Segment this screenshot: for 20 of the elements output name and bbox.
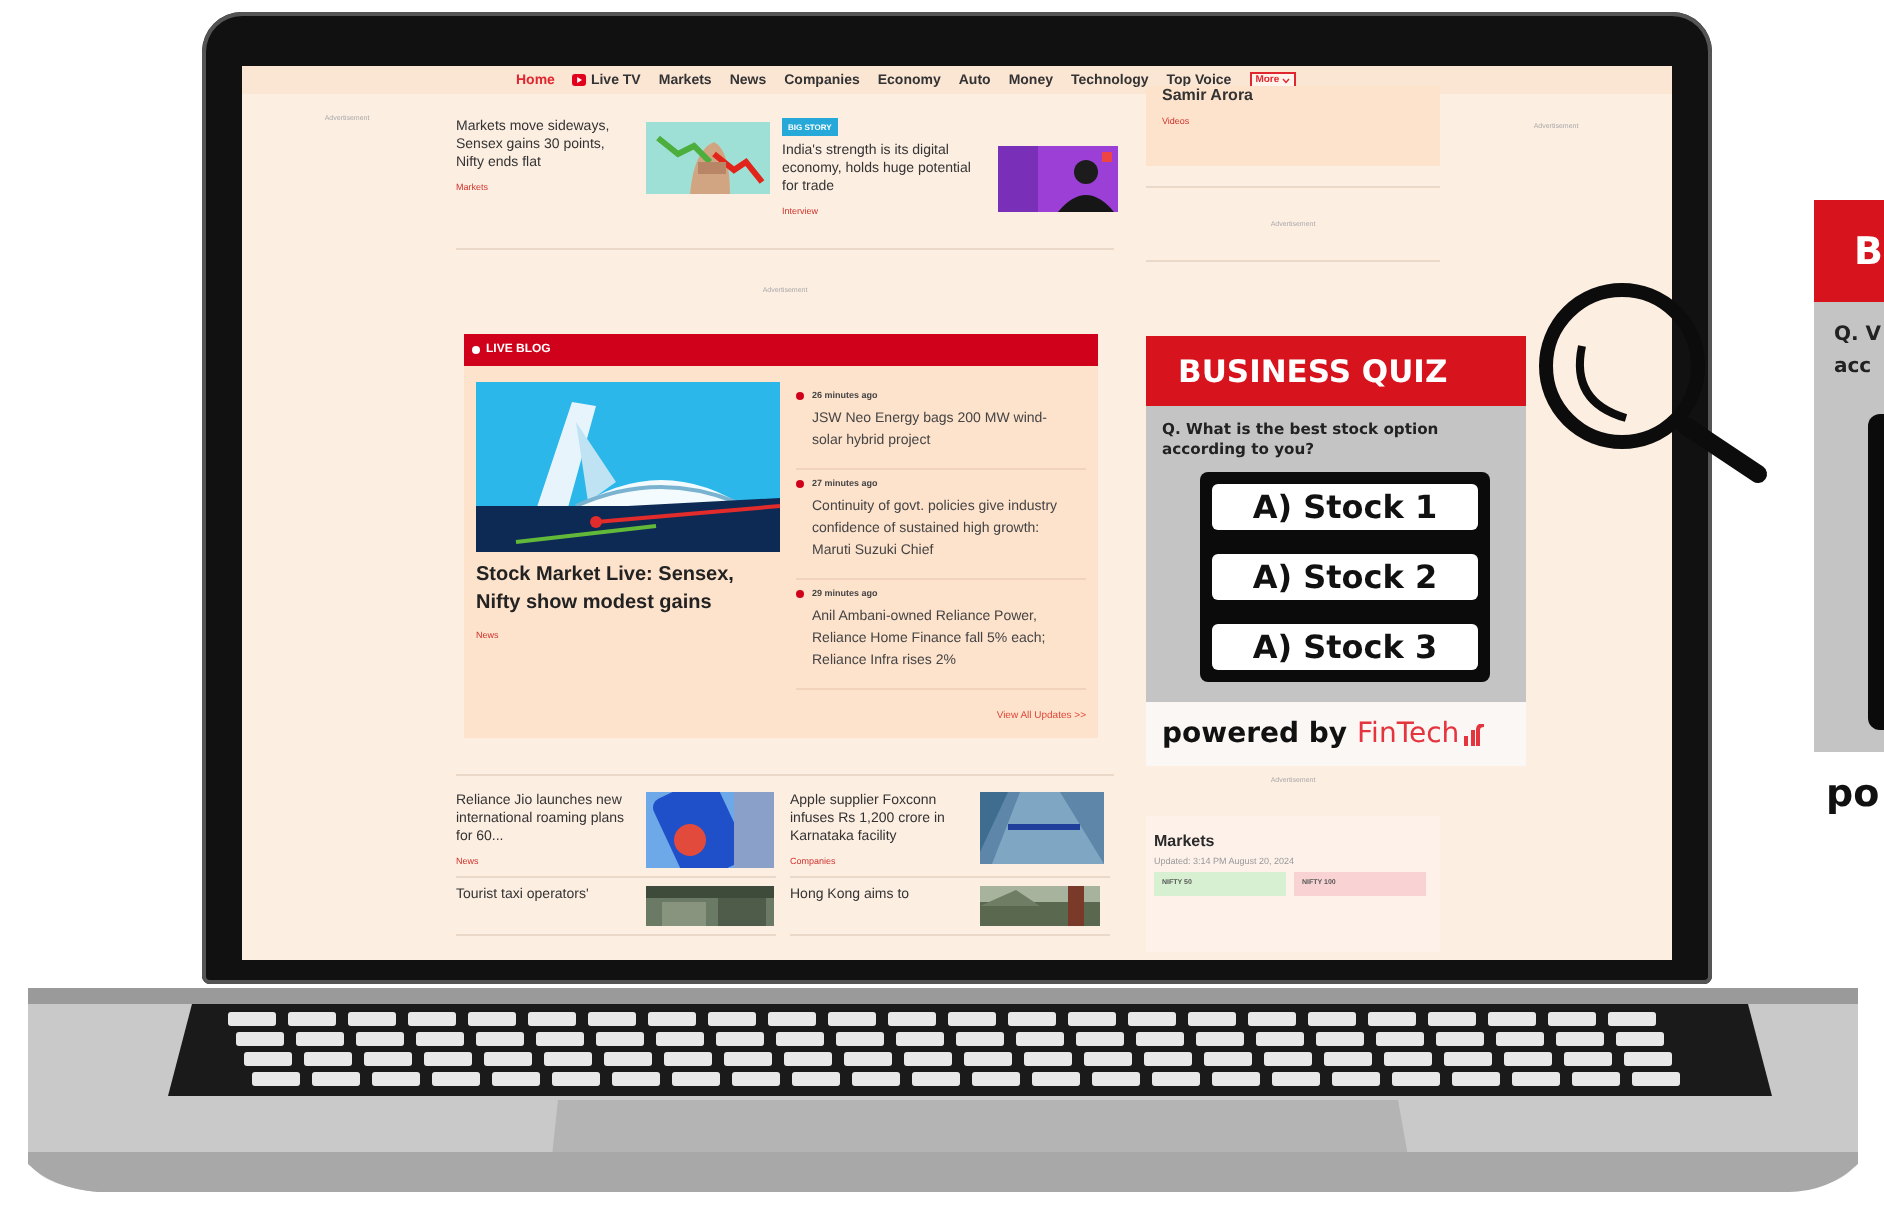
brand-logo-text: FinTech xyxy=(1357,718,1460,750)
quiz-title: B xyxy=(1854,229,1883,273)
live-dot-icon xyxy=(472,346,480,354)
play-icon xyxy=(572,74,587,86)
card-title: Markets xyxy=(1154,832,1217,850)
answer-option[interactable]: A) Stock 3 xyxy=(1212,624,1478,670)
quiz-question: Q. V xyxy=(1834,322,1884,350)
bullet-icon xyxy=(796,590,804,598)
answer-option[interactable]: A) Stock 1 xyxy=(1212,484,1478,530)
bar-chart-icon xyxy=(1461,723,1484,745)
answer-option[interactable]: A) Stock 2 xyxy=(1212,554,1478,600)
headline-link[interactable]: Stock Market Live: Sensex, Nifty show modest gains xyxy=(476,562,780,618)
powered-by-text: po xyxy=(1824,770,1882,816)
quiz-question: acc xyxy=(1834,354,1874,382)
card-title[interactable]: Samir Arora xyxy=(1162,86,1424,104)
quiz-title: BUSINESS QUIZ xyxy=(1178,353,1448,389)
caret-icon xyxy=(1281,77,1290,83)
bullet-icon xyxy=(796,480,804,488)
bullet-icon xyxy=(796,392,804,400)
powered-by-text: powered by xyxy=(1162,718,1348,750)
